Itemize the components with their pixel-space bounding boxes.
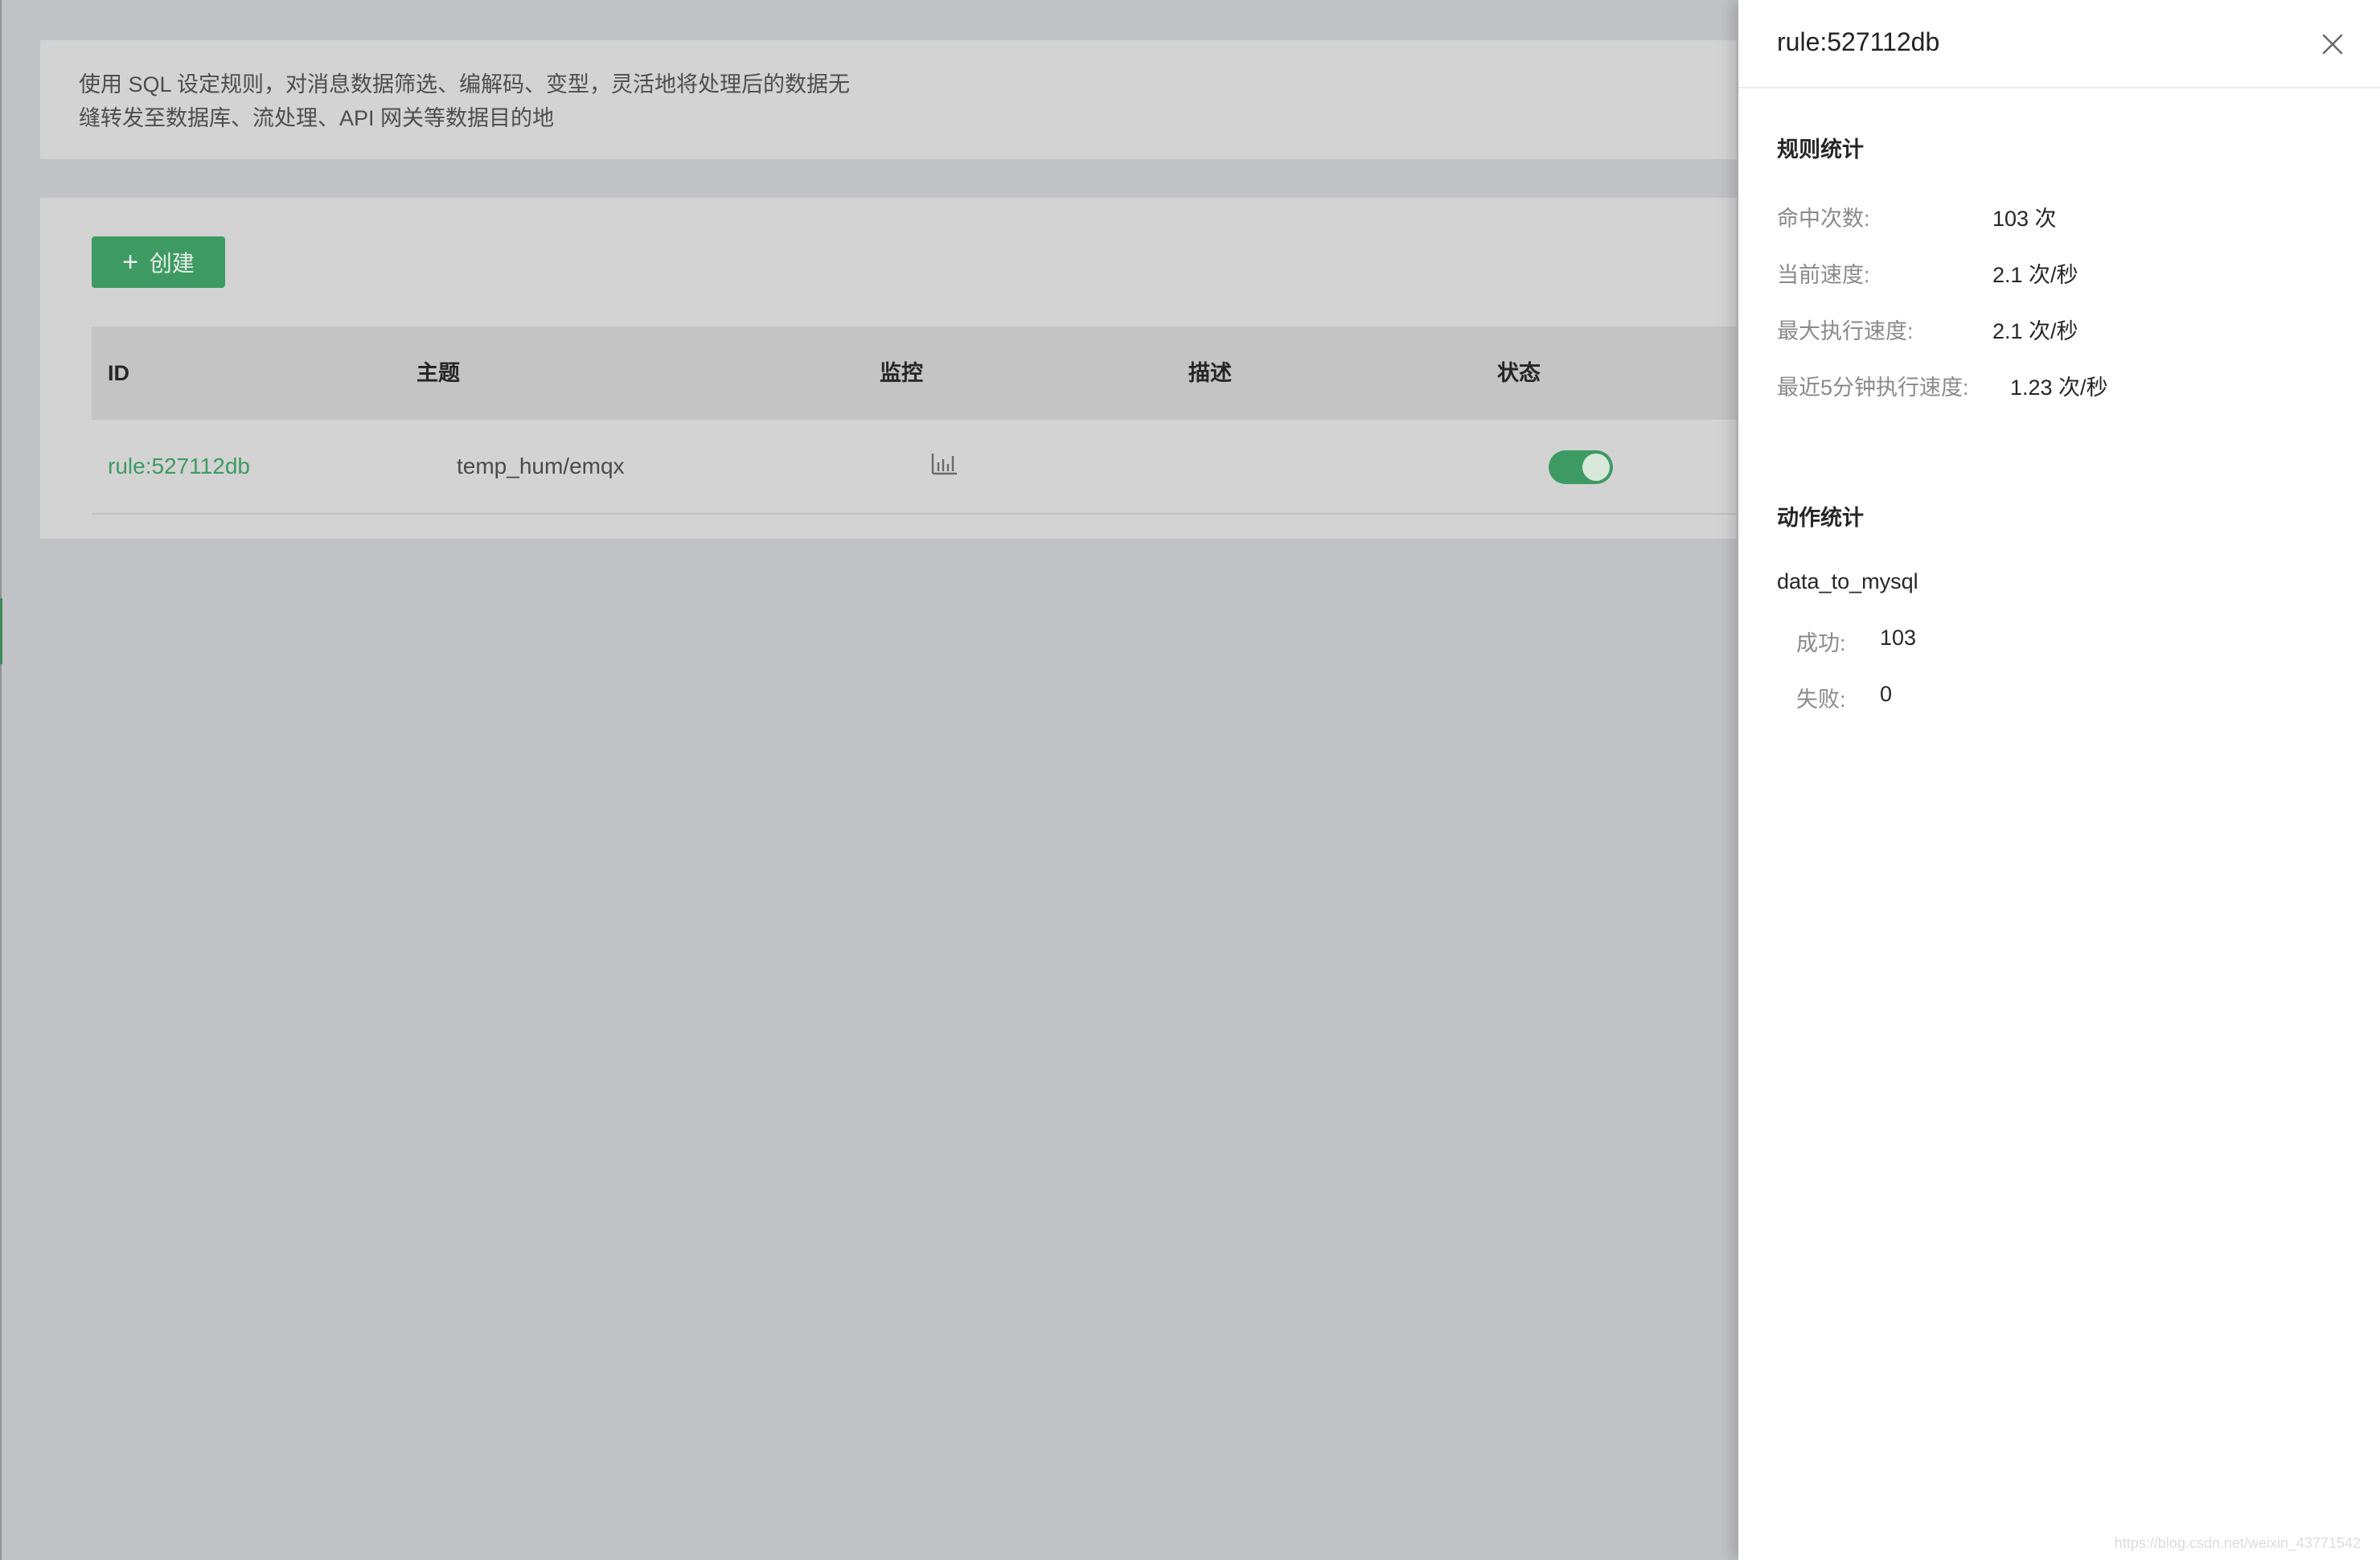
action-stats-title: 动作统计 [1777,506,1864,530]
watermark: https://blog.csdn.net/weixin_43771542 [2114,1535,2361,1551]
action-failed-label: 失败: [1796,688,1846,712]
action-success-value: 103 [1880,626,1917,650]
description-card: 使用 SQL 设定规则，对消息数据筛选、编解码、变型，灵活地将处理后的数据无 缝… [40,40,1737,159]
action-success-label: 成功: [1796,631,1846,655]
stat-label-hits: 命中次数: [1777,207,1870,231]
column-header-id: ID [108,361,129,385]
stat-value-max-speed: 2.1 次/秒 [1992,319,2078,343]
stat-label-current-speed: 当前速度: [1777,263,1870,287]
rules-table-card: + 创建 ID 主题 监控 描述 状态 rule:527112db temp_h… [40,198,1737,539]
sidebar-edge [0,0,2,1560]
column-header-status: 状态 [1497,361,1541,385]
rule-topic: temp_hum/emqx [457,454,625,478]
column-header-description: 描述 [1188,361,1232,385]
table-header: ID 主题 监控 描述 状态 [92,326,1737,420]
create-button-label: 创建 [149,251,195,276]
column-header-monitor: 监控 [880,361,923,385]
stat-value-current-speed: 2.1 次/秒 [1992,263,2078,287]
status-toggle[interactable] [1549,450,1613,484]
stat-value-5min-speed: 1.23 次/秒 [2010,376,2108,400]
create-button[interactable]: + 创建 [92,236,225,288]
column-header-topic: 主题 [416,361,460,385]
close-icon[interactable] [2322,34,2343,55]
stat-label-5min-speed: 最近5分钟执行速度: [1777,376,1969,400]
toggle-knob [1582,454,1610,481]
table-row: rule:527112db temp_hum/emqx [92,420,1737,515]
stat-label-max-speed: 最大执行速度: [1777,319,1914,343]
description-line-2: 缝转发至数据库、流处理、API 网关等数据目的地 [79,106,555,130]
description-line-1: 使用 SQL 设定规则，对消息数据筛选、编解码、变型，灵活地将处理后的数据无 [79,72,851,96]
plus-icon: + [122,247,138,277]
sidebar-active-indicator [0,598,2,664]
action-failed-value: 0 [1880,682,1893,706]
bar-chart-icon[interactable] [931,452,958,476]
rule-id-link[interactable]: rule:527112db [108,420,250,513]
action-name: data_to_mysql [1777,569,1918,593]
rule-stats-title: 规则统计 [1777,138,1864,162]
drawer-header: rule:527112db [1738,0,2380,88]
rule-detail-drawer: rule:527112db 规则统计 命中次数: 103 次 当前速度: 2.1… [1738,0,2380,1560]
stat-value-hits: 103 次 [1992,207,2057,231]
drawer-title: rule:527112db [1777,27,1940,56]
